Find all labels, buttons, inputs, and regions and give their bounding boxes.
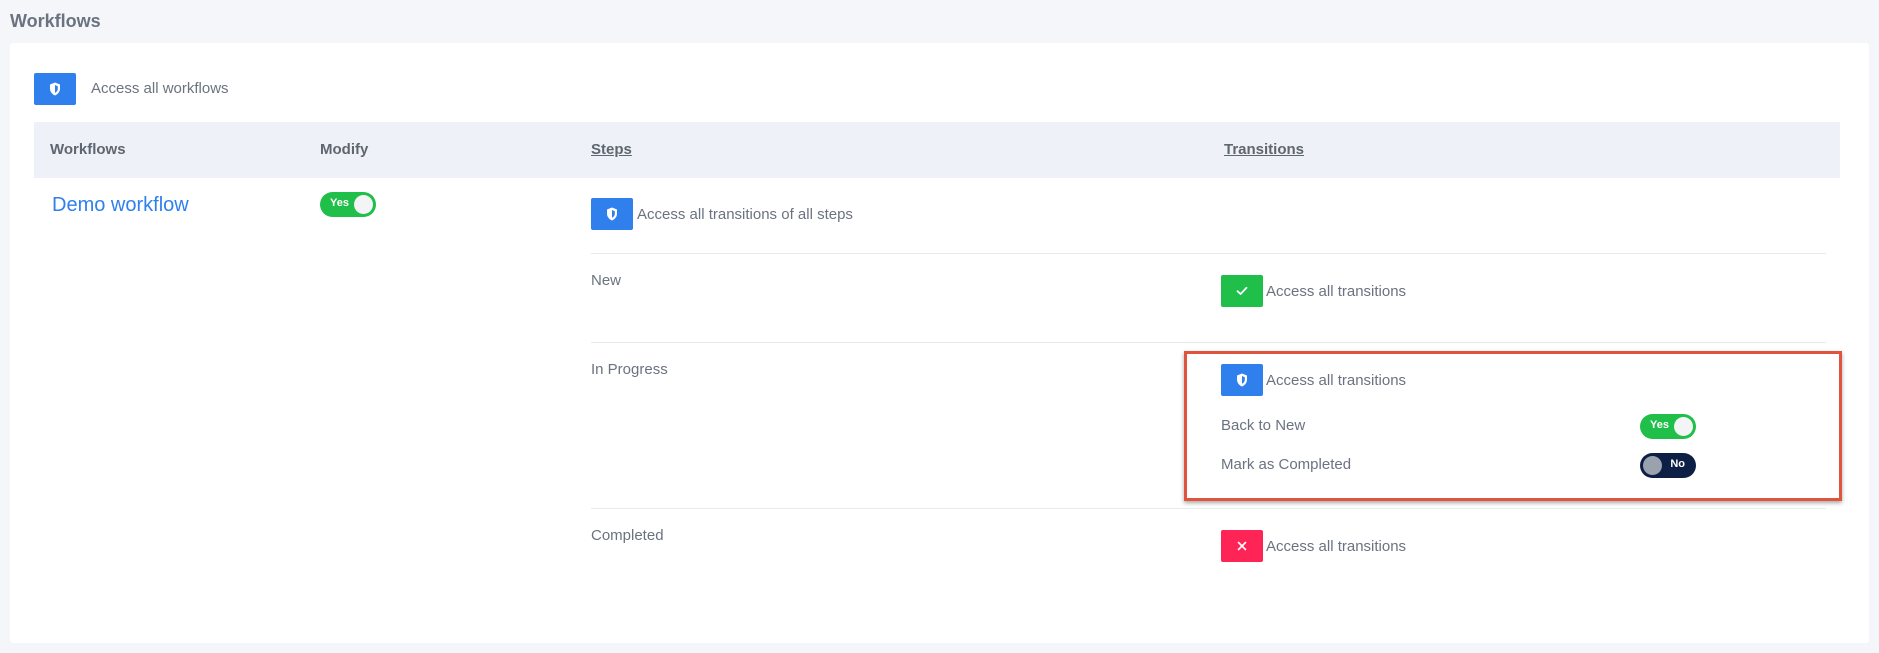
- toggle-label: Yes: [1650, 419, 1669, 431]
- row-divider: [591, 253, 1826, 254]
- header-transitions-link[interactable]: Transitions: [1224, 141, 1304, 158]
- step-name-new: New: [591, 272, 622, 289]
- access-all-transitions-in-progress-label: Access all transitions: [1266, 372, 1407, 389]
- check-icon: [1236, 286, 1248, 295]
- toggle-knob: [354, 195, 373, 214]
- access-all-workflows-label: Access all workflows: [91, 80, 229, 97]
- access-all-transitions-in-progress-button[interactable]: [1221, 364, 1263, 396]
- access-all-workflows-button[interactable]: [34, 73, 76, 105]
- workflow-link-demo[interactable]: Demo workflow: [52, 194, 189, 217]
- access-all-steps-button[interactable]: [591, 198, 633, 230]
- header-modify: Modify: [320, 141, 369, 158]
- access-all-transitions-new-label: Access all transitions: [1266, 283, 1407, 300]
- toggle-knob: [1643, 456, 1662, 475]
- toggle-knob: [1674, 417, 1693, 436]
- shield-icon: [50, 82, 60, 96]
- transition-name-back-to-new: Back to New: [1221, 417, 1306, 434]
- row-divider: [591, 508, 1826, 509]
- transition-toggle-mark-as-completed[interactable]: No: [1640, 453, 1696, 478]
- access-all-transitions-completed-button[interactable]: [1221, 530, 1263, 562]
- access-all-steps-label: Access all transitions of all steps: [637, 206, 853, 223]
- header-workflows: Workflows: [50, 141, 126, 158]
- access-all-transitions-new-button[interactable]: [1221, 275, 1263, 307]
- transition-name-mark-as-completed: Mark as Completed: [1221, 456, 1352, 473]
- modify-toggle[interactable]: Yes: [320, 192, 376, 217]
- table-header: [34, 122, 1840, 178]
- access-all-transitions-completed-label: Access all transitions: [1266, 538, 1407, 555]
- toggle-label: No: [1670, 458, 1685, 470]
- header-steps-link[interactable]: Steps: [591, 141, 632, 158]
- row-divider: [591, 342, 1826, 343]
- toggle-label: Yes: [330, 197, 349, 209]
- shield-icon: [607, 207, 617, 221]
- step-name-in-progress: In Progress: [591, 361, 668, 378]
- close-icon: [1237, 541, 1247, 551]
- transition-toggle-back-to-new[interactable]: Yes: [1640, 414, 1696, 439]
- step-name-completed: Completed: [591, 527, 664, 544]
- page-title: Workflows: [10, 11, 101, 31]
- shield-icon: [1237, 373, 1247, 387]
